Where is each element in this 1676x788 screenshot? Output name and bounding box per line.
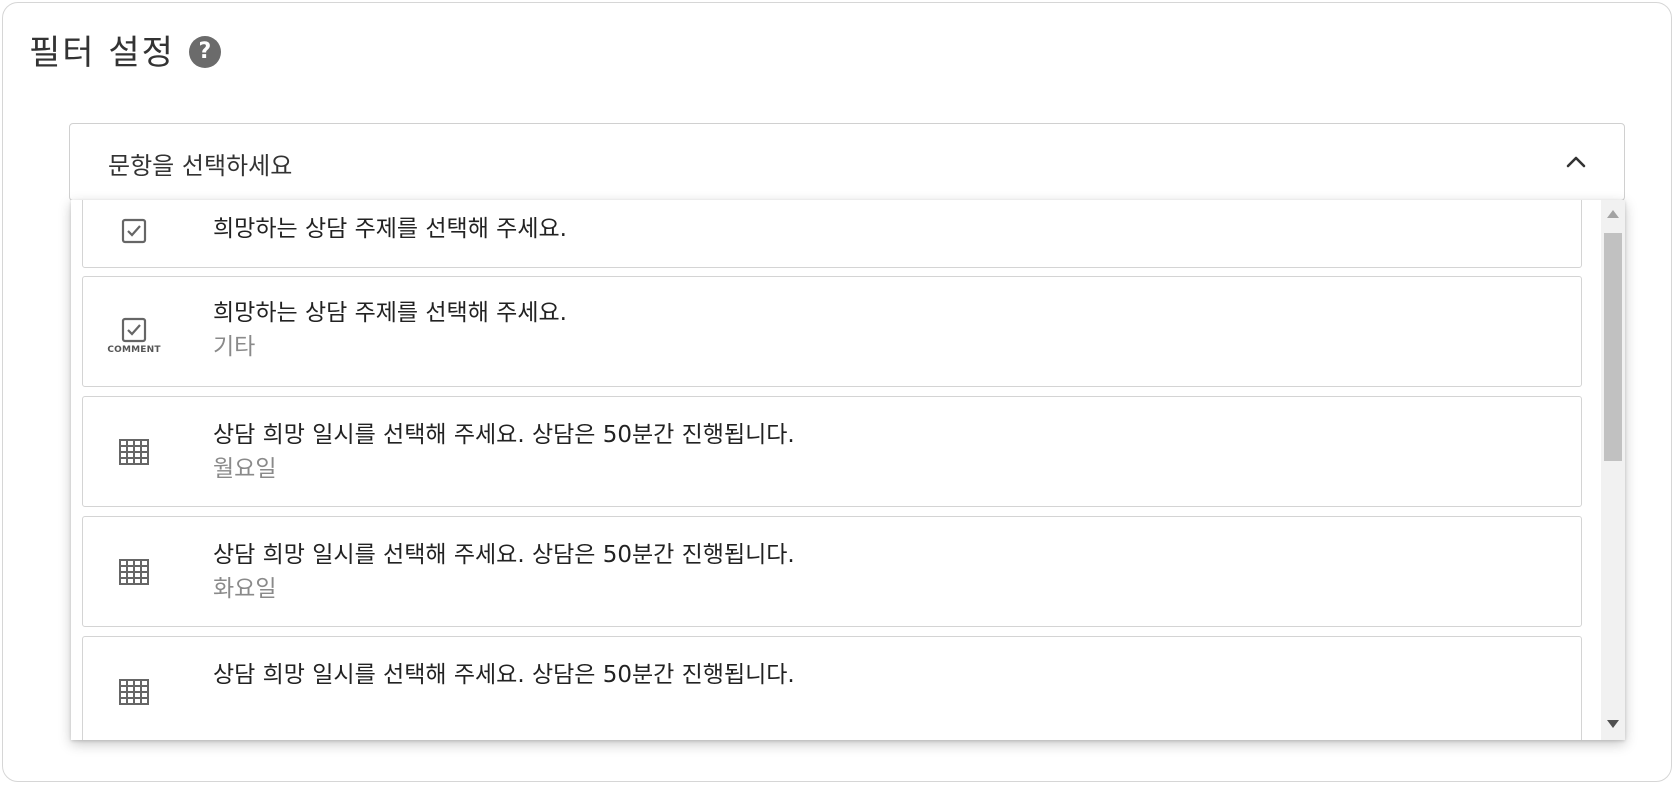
checkbox-comment-icon: COMMENT [107,317,161,355]
grid-icon [113,559,155,585]
scroll-up-arrow-icon[interactable] [1607,210,1619,218]
comment-caption: COMMENT [107,345,161,355]
chevron-up-icon[interactable] [1564,150,1588,174]
item-option: 월요일 [213,456,277,482]
filter-settings-panel: 필터 설정 ? 문항을 선택하세요 희망하는 상담 주제를 선택해 주세요. C… [2,2,1672,782]
list-item[interactable]: COMMENT 희망하는 상담 주제를 선택해 주세요. 기타 [82,276,1582,387]
option-list: 희망하는 상담 주제를 선택해 주세요. COMMENT 희망하는 상담 주제를… [71,200,1601,740]
panel-header: 필터 설정 ? [29,25,221,74]
scroll-down-arrow-icon[interactable] [1607,720,1619,728]
item-question: 상담 희망 일시를 선택해 주세요. 상담은 50분간 진행됩니다. [213,662,795,688]
item-option: 화요일 [213,576,277,602]
item-question: 희망하는 상담 주제를 선택해 주세요. [213,216,567,242]
item-question: 상담 희망 일시를 선택해 주세요. 상담은 50분간 진행됩니다. [213,542,795,568]
list-item[interactable]: 상담 희망 일시를 선택해 주세요. 상담은 50분간 진행됩니다. [82,636,1582,740]
item-question: 희망하는 상담 주제를 선택해 주세요. [213,300,567,326]
question-select[interactable]: 문항을 선택하세요 [69,123,1625,201]
scroll-thumb[interactable] [1604,233,1622,461]
select-placeholder: 문항을 선택하세요 [108,152,293,180]
question-circle-icon[interactable]: ? [188,35,221,68]
grid-icon [113,439,155,465]
item-option: 기타 [213,334,256,360]
question-dropdown-list: 희망하는 상담 주제를 선택해 주세요. COMMENT 희망하는 상담 주제를… [71,200,1625,740]
list-item[interactable]: 상담 희망 일시를 선택해 주세요. 상담은 50분간 진행됩니다. 월요일 [82,396,1582,507]
panel-title: 필터 설정 [29,33,175,73]
checkbox-icon [113,218,155,244]
list-item[interactable]: 상담 희망 일시를 선택해 주세요. 상담은 50분간 진행됩니다. 화요일 [82,516,1582,627]
list-item[interactable]: 희망하는 상담 주제를 선택해 주세요. [82,200,1582,268]
scrollbar[interactable] [1601,200,1625,740]
grid-icon [113,679,155,705]
item-question: 상담 희망 일시를 선택해 주세요. 상담은 50분간 진행됩니다. [213,422,795,448]
